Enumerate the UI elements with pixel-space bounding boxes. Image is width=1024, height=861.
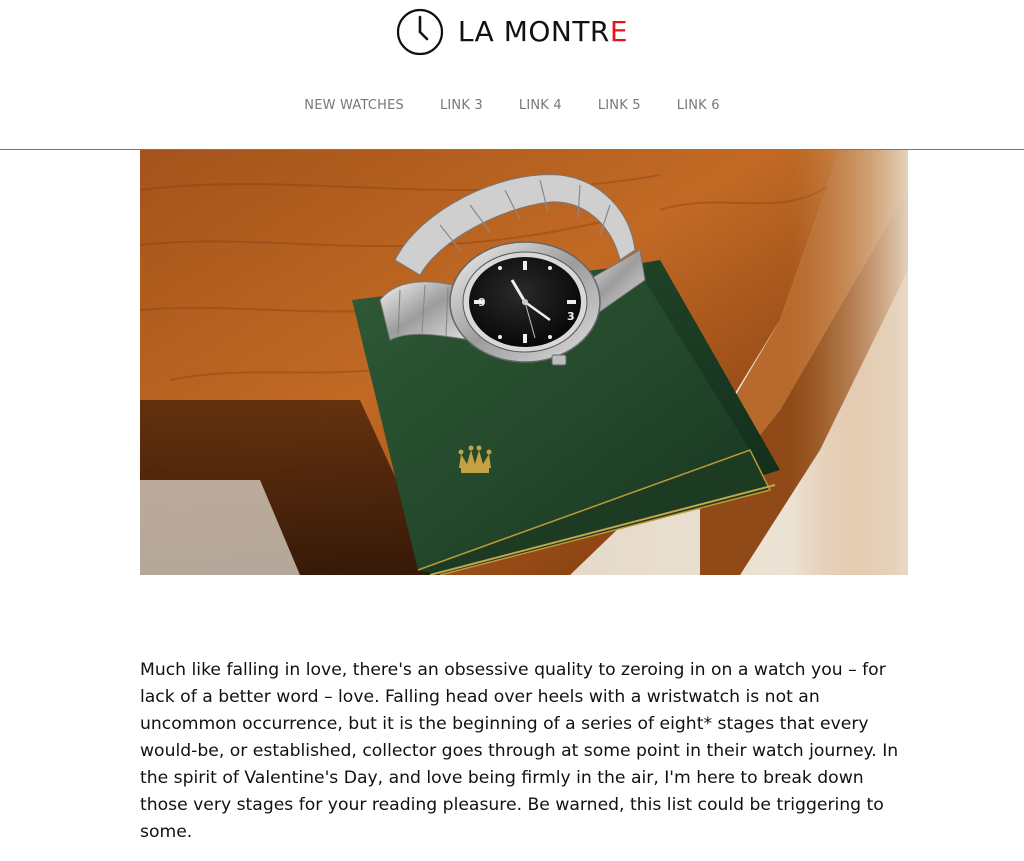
nav-item-link-3[interactable]: LINK 3: [440, 98, 483, 113]
hero-image: 9 3: [140, 150, 908, 575]
nav-item-link-4[interactable]: LINK 4: [519, 98, 562, 113]
article-intro: Much like falling in love, there's an ob…: [140, 660, 899, 842]
site-title: LA MONTRE: [458, 8, 628, 56]
nav-item-link-5[interactable]: LINK 5: [598, 98, 641, 113]
site-header: LA MONTRE NEW WATCHES LINK 3 LINK 4 LINK…: [0, 0, 1024, 150]
svg-text:3: 3: [567, 310, 575, 323]
watch-photo: 9 3: [140, 150, 908, 575]
site-title-accent: E: [609, 15, 629, 48]
site-title-main: LA MONTR: [457, 15, 610, 48]
nav-item-new-watches[interactable]: NEW WATCHES: [304, 98, 404, 113]
svg-text:9: 9: [478, 296, 486, 309]
brand[interactable]: LA MONTRE: [0, 8, 1024, 56]
nav-item-link-6[interactable]: LINK 6: [677, 98, 720, 113]
clock-icon: [396, 8, 443, 56]
main-nav: NEW WATCHES LINK 3 LINK 4 LINK 5 LINK 6: [0, 98, 1024, 113]
